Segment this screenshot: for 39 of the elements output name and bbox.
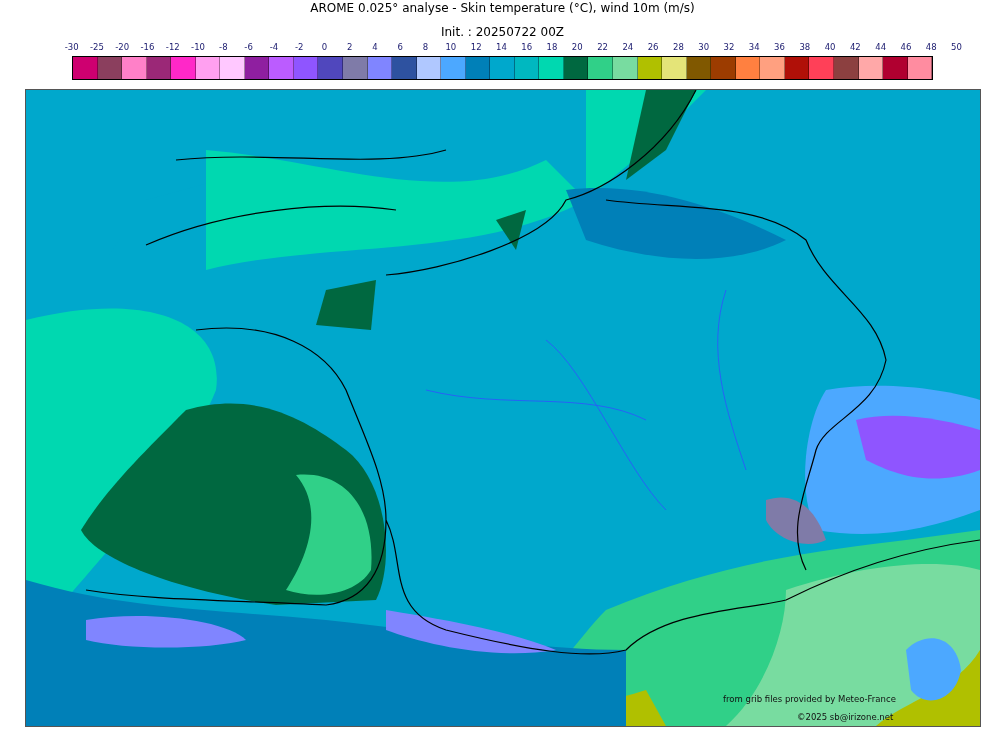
colorbar-tick-label: 32 xyxy=(722,41,736,54)
colorbar-tick-label: -12 xyxy=(164,41,181,54)
colorbar-tick-label: 22 xyxy=(596,41,609,54)
colorbar-tick-label: -16 xyxy=(139,41,156,54)
colorbar-tick-label: 28 xyxy=(671,41,685,54)
colorbar-tick-label: 0 xyxy=(320,41,329,54)
colorbar-tick-label: -10 xyxy=(190,41,206,54)
colorbar-tick-label: -30 xyxy=(63,41,80,54)
colorbar-tick-label: -2 xyxy=(293,41,305,54)
colorbar-tick-label: -20 xyxy=(114,41,131,54)
colorbar-tick-label: 30 xyxy=(697,41,711,54)
colorbar-tick-label: -6 xyxy=(243,41,254,54)
colorbar-tick-label: 12 xyxy=(469,41,483,54)
colorbar-tick-label: 8 xyxy=(421,41,430,54)
colorbar-tick-label: 10 xyxy=(444,41,458,54)
colorbar-tick-label: 14 xyxy=(495,41,508,54)
colorbar-tick-label: 24 xyxy=(621,41,635,54)
colorbar-tick-label: -8 xyxy=(218,41,229,54)
colorbar-tick-label: 6 xyxy=(396,41,404,54)
colorbar-tick-label: 26 xyxy=(646,41,660,54)
chart-title: AROME 0.025° analyse - Skin temperature (°C), wind 10m (m/s) xyxy=(309,0,696,17)
colorbar-tick-label: 40 xyxy=(823,41,837,54)
colorbar-tick-label: 34 xyxy=(747,41,761,54)
colorbar-tick-label: 44 xyxy=(874,41,888,54)
colorbar-tick-label: 48 xyxy=(924,41,938,54)
colorbar-tick-label: 50 xyxy=(950,41,963,54)
colorbar-tick-label: -4 xyxy=(268,41,280,54)
init-time: Init. : 20250722 00Z xyxy=(439,24,566,40)
colorbar-tick-label: 36 xyxy=(773,41,786,54)
colorbar-tick-label: 2 xyxy=(346,41,354,54)
colorbar-tick-label: 38 xyxy=(798,41,812,54)
colorbar-tick-label: 46 xyxy=(899,41,913,54)
colorbar-tick-label: -25 xyxy=(88,41,105,54)
colorbar-tick-label: 42 xyxy=(848,41,862,54)
colorbar-tick-label: 18 xyxy=(545,41,559,54)
colorbar-tick-label: 20 xyxy=(570,41,584,54)
colorbar-tick-label: 16 xyxy=(520,41,534,54)
data-source-note: from grib files provided by Meteo-France xyxy=(723,694,896,704)
colorbar-tick-label: 4 xyxy=(371,41,379,54)
